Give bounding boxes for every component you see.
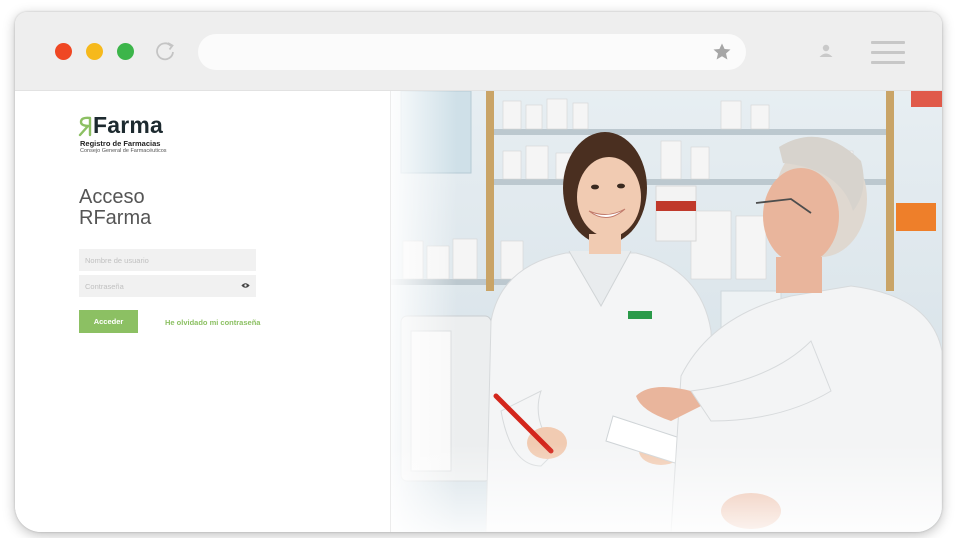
close-window-button[interactable] (55, 43, 72, 60)
login-panel: Farma Registro de Farmacias Consejo Gene… (15, 91, 391, 532)
show-password-eye-icon[interactable] (241, 282, 250, 289)
browser-window: Farma Registro de Farmacias Consejo Gene… (15, 12, 942, 532)
page-title-line1: Acceso (79, 186, 145, 208)
brand-subtitle: Consejo General de Farmacéuticos (80, 148, 167, 154)
browser-toolbar (15, 12, 942, 91)
menu-icon[interactable] (871, 40, 905, 64)
address-bar[interactable] (198, 34, 746, 70)
hero-photo (391, 91, 942, 532)
page-title: Acceso RFarma (79, 187, 151, 229)
page-title-line2: RFarma (79, 207, 152, 229)
reload-icon[interactable] (154, 40, 176, 62)
rfarma-logo-icon (78, 116, 92, 137)
brand-name: Farma (93, 112, 164, 138)
brand-tagline: Registro de Farmacias (80, 139, 161, 148)
pharmacy-scene-image (391, 91, 942, 532)
maximize-window-button[interactable] (117, 43, 134, 60)
user-icon[interactable] (815, 40, 837, 62)
forgot-password-link[interactable]: He olvidado mi contraseña (165, 318, 260, 327)
login-button[interactable]: Acceder (79, 310, 138, 333)
minimize-window-button[interactable] (86, 43, 103, 60)
star-icon[interactable] (712, 42, 732, 62)
password-input[interactable] (79, 275, 256, 297)
username-input[interactable] (79, 249, 256, 271)
rfarma-logo: Farma Registro de Farmacias Consejo Gene… (77, 112, 217, 157)
